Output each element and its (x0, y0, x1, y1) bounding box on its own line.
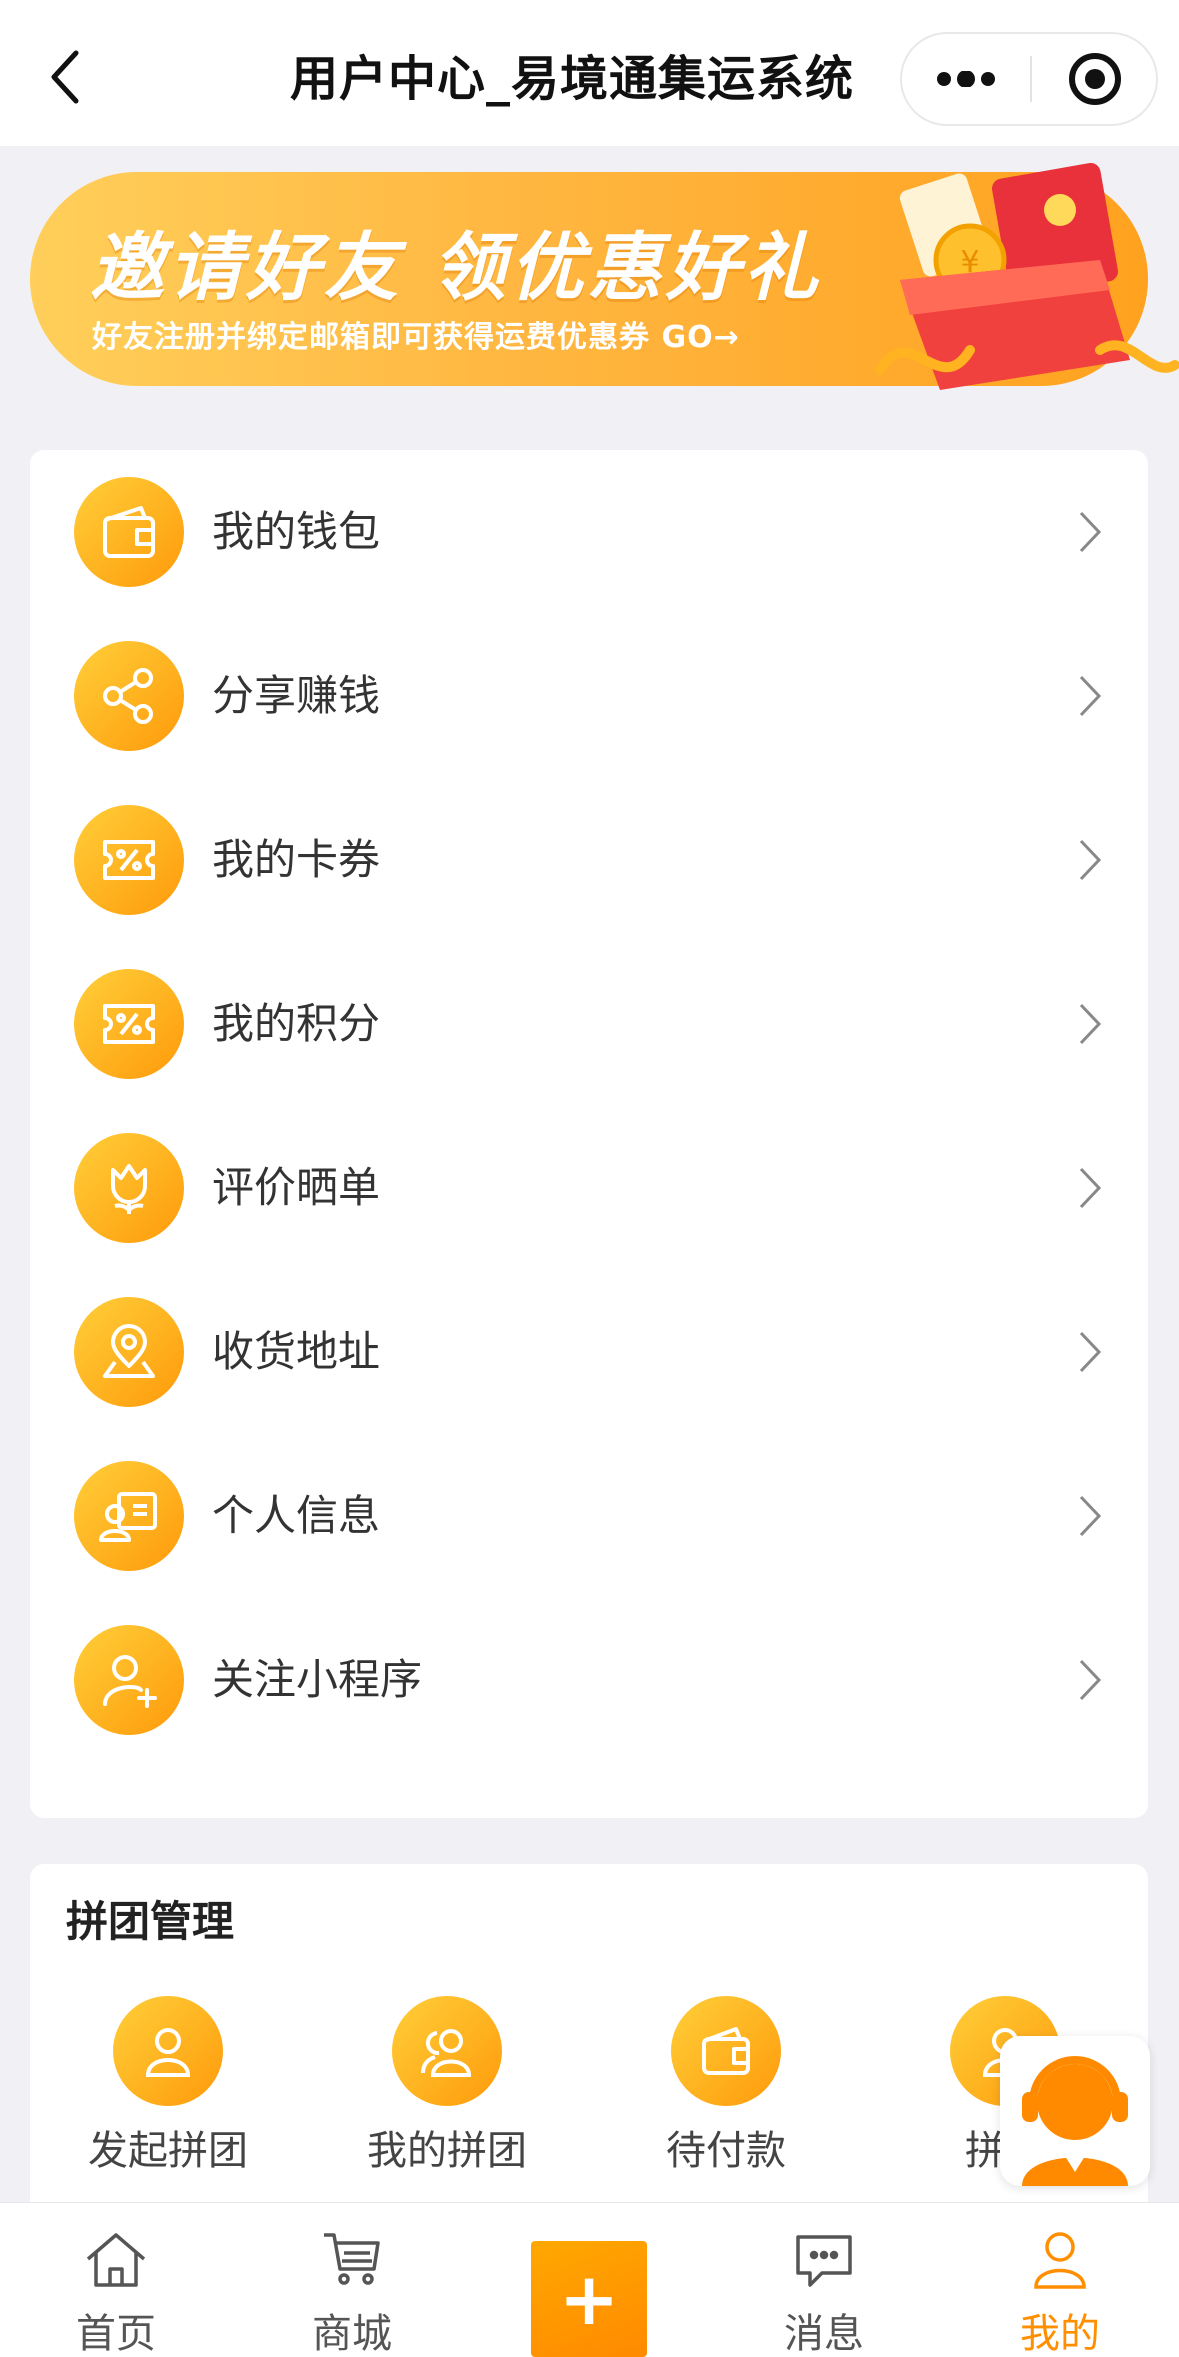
invite-friends-banner[interactable]: 邀请好友 领优惠好礼 好友注册并绑定邮箱即可获得运费优惠券 GO→ ¥ (30, 162, 1179, 390)
points-icon (74, 969, 184, 1079)
group-item-label: 我的拼团 (367, 2128, 527, 2174)
banner-title: 邀请好友 领优惠好礼 (90, 225, 822, 311)
wallet-icon (671, 1996, 781, 2106)
share-icon (74, 641, 184, 751)
page-title: 用户中心_易境通集运系统 (290, 51, 855, 107)
users-icon (392, 1996, 502, 2106)
wallet-icon (74, 477, 184, 587)
menu-item-label: 我的积分 (212, 999, 381, 1048)
user-icon (113, 1996, 223, 2106)
top-navigation-bar: 用户中心_易境通集运系统 (0, 0, 1179, 146)
menu-item-reviews[interactable]: 评价晒单 (30, 1106, 1148, 1270)
headset-agent-icon (1022, 2056, 1128, 2186)
message-icon (788, 2223, 860, 2295)
menu-item-coupons[interactable]: 我的卡券 (30, 778, 1148, 942)
group-item-start[interactable]: 发起拼团 (58, 1996, 278, 2196)
menu-item-label: 我的卡券 (212, 835, 381, 884)
user-add-icon (74, 1625, 184, 1735)
tab-mine[interactable]: 我的 (960, 2203, 1160, 2357)
coupon-icon (74, 805, 184, 915)
more-dots-icon (937, 71, 995, 87)
target-icon (1069, 53, 1121, 105)
tab-label: 我的 (1020, 2311, 1100, 2357)
menu-item-points[interactable]: 我的积分 (30, 942, 1148, 1106)
tab-label: 商城 (312, 2311, 392, 2357)
tab-label: 首页 (76, 2311, 156, 2357)
close-miniprogram-button[interactable] (1032, 34, 1158, 124)
chevron-right-icon (1070, 830, 1110, 890)
gift-box-icon: ¥ (875, 162, 1179, 390)
chevron-right-icon (1070, 994, 1110, 1054)
group-item-label: 发起拼团 (88, 2128, 248, 2174)
customer-service-button[interactable] (1000, 2036, 1150, 2186)
menu-item-label: 分享赚钱 (212, 671, 381, 720)
menu-card: 我的钱包 分享赚钱 我的卡券 我的积分 评价晒单 收货地址 个人信息 关注小程序 (30, 450, 1148, 1818)
menu-item-label: 收货地址 (212, 1327, 381, 1376)
menu-item-profile[interactable]: 个人信息 (30, 1434, 1148, 1598)
menu-item-label: 评价晒单 (212, 1163, 381, 1212)
menu-item-label: 个人信息 (212, 1491, 381, 1540)
banner-subtitle: 好友注册并绑定邮箱即可获得运费优惠券 GO→ (92, 320, 740, 355)
group-item-label: 待付款 (666, 2128, 786, 2174)
section-title: 拼团管理 (66, 1897, 235, 1946)
tulip-icon (74, 1133, 184, 1243)
bottom-tab-bar: 首页 商城 + 消息 我的 (0, 2202, 1179, 2357)
tab-home[interactable]: 首页 (16, 2203, 216, 2357)
chevron-right-icon (1070, 1158, 1110, 1218)
mini-program-capsule (900, 32, 1158, 126)
cart-icon (316, 2223, 388, 2295)
menu-item-share[interactable]: 分享赚钱 (30, 614, 1148, 778)
chevron-right-icon (1070, 1322, 1110, 1382)
menu-item-label: 关注小程序 (212, 1655, 423, 1704)
more-button[interactable] (902, 34, 1030, 124)
menu-item-wallet[interactable]: 我的钱包 (30, 450, 1148, 614)
profile-card-icon (74, 1461, 184, 1571)
user-icon (1024, 2223, 1096, 2295)
tab-mall[interactable]: 商城 (252, 2203, 452, 2357)
chevron-right-icon (1070, 666, 1110, 726)
chevron-right-icon (1070, 502, 1110, 562)
home-icon (80, 2223, 152, 2295)
menu-item-address[interactable]: 收货地址 (30, 1270, 1148, 1434)
add-button[interactable]: + (531, 2241, 647, 2357)
chevron-left-icon (51, 50, 79, 104)
menu-item-follow[interactable]: 关注小程序 (30, 1598, 1148, 1762)
menu-item-label: 我的钱包 (212, 507, 381, 556)
group-item-mine[interactable]: 我的拼团 (337, 1996, 557, 2196)
location-pin-icon (74, 1297, 184, 1407)
tab-messages[interactable]: 消息 (724, 2203, 924, 2357)
chevron-right-icon (1070, 1486, 1110, 1546)
chevron-right-icon (1070, 1650, 1110, 1710)
tab-label: 消息 (784, 2311, 864, 2357)
back-button[interactable] (40, 42, 90, 112)
group-item-unpaid[interactable]: 待付款 (616, 1996, 836, 2196)
